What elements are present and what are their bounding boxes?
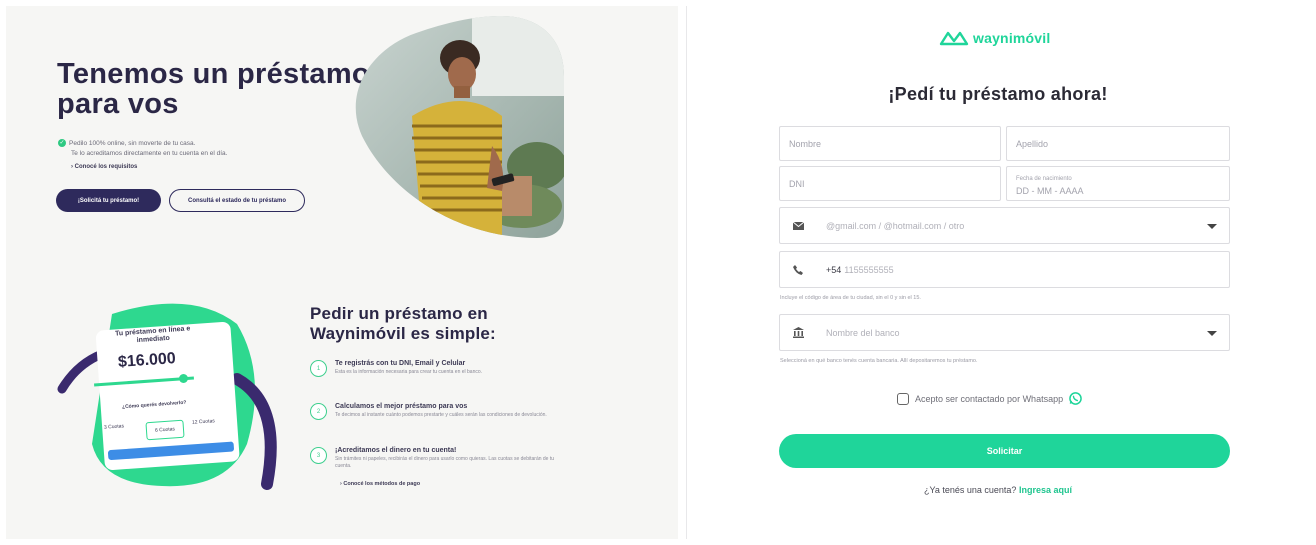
application-form-panel: waynimóvil ¡Pedí tu préstamo ahora! Nomb… bbox=[686, 6, 1308, 539]
dni-placeholder: DNI bbox=[789, 178, 805, 189]
check-loan-status-button[interactable]: Consultá el estado de tu préstamo bbox=[169, 189, 305, 212]
hero-bullet-2: Te lo acreditamos directamente en tu cue… bbox=[71, 150, 228, 157]
whatsapp-label: Acepto ser contactado por Whatsapp bbox=[915, 393, 1064, 404]
step-number: 3 bbox=[310, 447, 327, 464]
email-field[interactable]: @gmail.com / @hotmail.com / otro bbox=[779, 207, 1230, 244]
step-description: Sin trámites ni papeles, recibirás el di… bbox=[335, 456, 555, 469]
chevron-down-icon[interactable] bbox=[1207, 223, 1217, 229]
chevron-down-icon[interactable] bbox=[1207, 330, 1217, 336]
option-6-cuotas[interactable]: 6 Cuotas bbox=[145, 419, 185, 441]
landing-panel: Tenemos un préstamo para vos ✓ Pedilo 100… bbox=[6, 6, 678, 539]
whatsapp-checkbox[interactable] bbox=[897, 392, 909, 405]
apellido-placeholder: Apellido bbox=[1016, 138, 1049, 149]
hero-bullets: ✓ Pedilo 100% online, sin moverte de tu c… bbox=[58, 139, 227, 172]
phone-prefix: +54 bbox=[826, 264, 842, 275]
phone-field[interactable]: +54 1155555555 bbox=[779, 251, 1230, 288]
apply-loan-button[interactable]: ¡Solicitá tu préstamo! bbox=[56, 189, 161, 212]
login-prompt: ¿Ya tenés una cuenta? bbox=[924, 485, 1017, 495]
step-title: ¡Acreditamos el dinero en tu cuenta! bbox=[335, 447, 457, 454]
phone-input: +54 1155555555 bbox=[826, 265, 894, 275]
slider-handle[interactable] bbox=[179, 374, 188, 383]
birthdate-placeholder: DD - MM - AAAA bbox=[1016, 186, 1084, 196]
hero-photo bbox=[355, 16, 564, 238]
step-number: 2 bbox=[310, 403, 327, 420]
nombre-placeholder: Nombre bbox=[789, 138, 822, 149]
waynimovil-logo-icon bbox=[939, 31, 969, 46]
email-placeholder: @gmail.com / @hotmail.com / otro bbox=[826, 220, 965, 231]
requirements-link[interactable]: › Conocé los requisitos bbox=[58, 162, 227, 172]
submit-button[interactable]: Solicitar bbox=[779, 434, 1230, 468]
screen: Tenemos un préstamo para vos ✓ Pedilo 100… bbox=[0, 0, 1316, 545]
phone-hint: Incluye el código de área de tu ciudad, … bbox=[780, 295, 921, 301]
envelope-icon bbox=[780, 208, 816, 243]
brand-logo[interactable]: waynimóvil bbox=[939, 30, 1050, 46]
form-title: ¡Pedí tu préstamo ahora! bbox=[888, 84, 1108, 104]
loan-card-illustration bbox=[57, 303, 277, 490]
birthdate-field[interactable]: Fecha de nacimiento DD - MM - AAAA bbox=[1006, 166, 1230, 201]
hero-title: Tenemos un préstamo para vos bbox=[57, 58, 370, 120]
step-title: Calculamos el mejor préstamo para vos bbox=[335, 403, 468, 410]
phone-placeholder: 1155555555 bbox=[844, 264, 894, 275]
steps-title: Pedir un préstamo en Waynimóvil es simpl… bbox=[310, 304, 496, 343]
whatsapp-icon bbox=[1069, 392, 1082, 405]
step-title: Te registrás con tu DNI, Email y Celular bbox=[335, 360, 466, 367]
phone-icon bbox=[780, 252, 816, 287]
bank-placeholder: Nombre del banco bbox=[826, 327, 900, 338]
brand-name: waynimóvil bbox=[973, 30, 1051, 46]
check-icon: ✓ bbox=[58, 139, 66, 148]
dni-field[interactable]: DNI bbox=[779, 166, 1001, 201]
step-number: 1 bbox=[310, 360, 327, 377]
apellido-field[interactable]: Apellido bbox=[1006, 126, 1230, 161]
nombre-field[interactable]: Nombre bbox=[779, 126, 1001, 161]
bank-hint: Seleccioná en qué banco tenés cuenta ban… bbox=[780, 358, 978, 364]
bank-icon bbox=[780, 315, 816, 350]
login-link[interactable]: Ingresa aquí bbox=[1019, 485, 1072, 495]
hero-bullet-1: Pedilo 100% online, sin moverte de tu ca… bbox=[69, 140, 196, 147]
step-description: Esta es la información necesaria para cr… bbox=[335, 369, 483, 375]
bank-select[interactable]: Nombre del banco bbox=[779, 314, 1230, 351]
whatsapp-consent: Acepto ser contactado por Whatsapp bbox=[897, 392, 1082, 405]
step-description: Te decimos al instante cuánto podemos pr… bbox=[335, 412, 547, 418]
login-row: ¿Ya tenés una cuenta? Ingresa aquí bbox=[687, 485, 1309, 495]
payment-methods-link[interactable]: › Conocé los métodos de pago bbox=[340, 481, 420, 487]
birthdate-label: Fecha de nacimiento bbox=[1016, 176, 1072, 182]
